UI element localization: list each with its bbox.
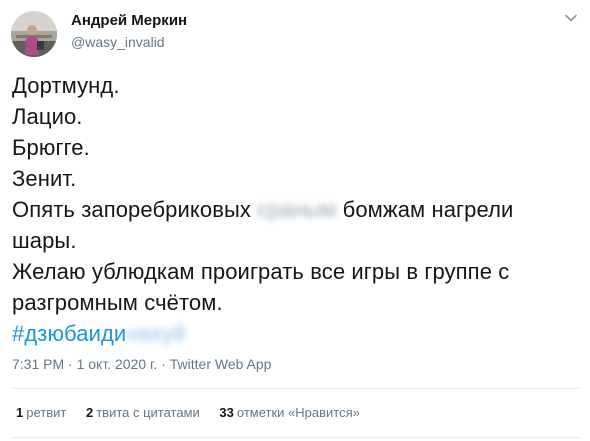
likes-count: 33 [219, 405, 234, 420]
tweet-source-link[interactable]: Twitter Web App [170, 356, 272, 372]
tweet-line: Зенит. [12, 166, 77, 191]
tweet-menu-button[interactable] [561, 10, 581, 26]
meta-separator: · [157, 356, 170, 372]
tweet-line: Брюгге. [12, 135, 90, 160]
tweet-card: Андрей Меркин @wasy_invalid Дортмунд. Ла… [0, 0, 590, 441]
tweet-line: разгромным счётом. [12, 290, 223, 315]
quotes-stat[interactable]: 2 твита с цитатами [86, 405, 200, 421]
profile-photo-icon [11, 11, 57, 57]
tweet-date-link[interactable]: 1 окт. 2020 г. [77, 356, 158, 372]
author-name[interactable]: Андрей Меркин [71, 12, 187, 30]
tweet-text-segment: бомжам нагрели [336, 197, 514, 222]
retweets-label: ретвит [26, 405, 67, 420]
tweet-line: Желаю ублюдкам проиграть все игры в груп… [12, 259, 510, 284]
tweet-line: Дортмунд. [12, 73, 120, 98]
tweet-text: Дортмунд. Лацио. Брюгге. Зенит. Опять за… [12, 70, 578, 349]
chevron-down-icon [565, 14, 577, 22]
tweet-text-segment: Опять запоребриковых [12, 197, 258, 222]
hashtag-link[interactable]: #дзюбаидинахуй [12, 318, 578, 349]
tweet-line: шары. [12, 228, 77, 253]
quotes-count: 2 [85, 405, 94, 420]
likes-stat[interactable]: 33 отметки «Нравится» [219, 405, 359, 421]
censored-word: сраным [257, 197, 337, 222]
author-block: Андрей Меркин @wasy_invalid [71, 12, 187, 51]
retweets-stat[interactable]: 1 ретвит [16, 405, 66, 421]
meta-separator: · [64, 356, 77, 372]
hashtag-text: #дзюбаиди [12, 321, 127, 346]
censored-word: нахуй [126, 321, 186, 346]
avatar[interactable] [11, 11, 57, 57]
tweet-line: Опять запоребриковых сраным бомжам нагре… [12, 194, 578, 225]
likes-label: отметки «Нравится» [236, 405, 360, 420]
tweet-stats: 1 ретвит 2 твита с цитатами 33 отметки «Нра… [16, 405, 376, 421]
divider [12, 388, 580, 389]
quotes-label: твита с цитатами [96, 405, 200, 420]
tweet-line: Лацио. [12, 104, 83, 129]
retweets-count: 1 [16, 405, 24, 420]
tweet-time-link[interactable]: 7:31 PM [12, 356, 64, 372]
author-handle[interactable]: @wasy_invalid [71, 33, 187, 51]
divider [12, 437, 580, 438]
tweet-meta: 7:31 PM · 1 окт. 2020 г. · Twitter Web A… [12, 355, 271, 373]
